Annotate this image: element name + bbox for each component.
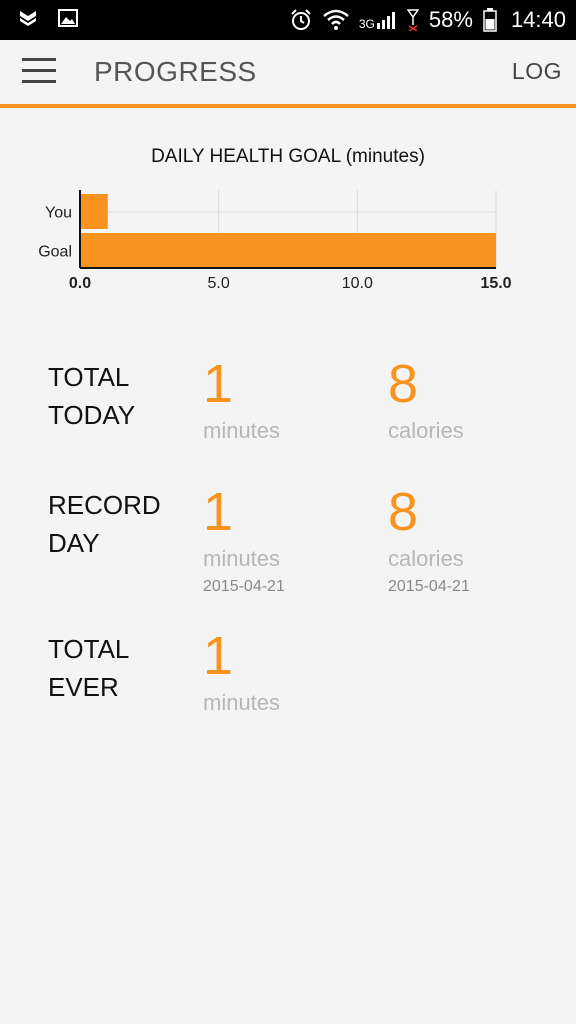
menu-button[interactable] (22, 58, 62, 88)
total-today-calories-value: 8 (388, 354, 419, 414)
x-tick-label: 10.0 (342, 275, 373, 292)
record-day-minutes-unit: minutes (203, 546, 281, 571)
battery-percent: 58% (428, 7, 473, 32)
total-today-minutes-value: 1 (203, 354, 234, 414)
record-day-label-line1: RECORD (48, 490, 161, 520)
record-day-label-line2: DAY (48, 528, 100, 558)
category-label-you: You (45, 205, 72, 222)
total-today-label-line1: TOTAL (48, 362, 130, 392)
record-day-calories-date: 2015-04-21 (388, 578, 470, 595)
record-day-minutes-value: 1 (203, 482, 234, 542)
total-ever-minutes-value: 1 (203, 626, 234, 686)
image-notification-icon (58, 9, 78, 27)
record-day-calories-value: 8 (388, 482, 419, 542)
total-today-minutes-unit: minutes (203, 418, 281, 443)
x-tick-label: 0.0 (69, 275, 91, 292)
goal-bar-chart: You Goal 0.0 5.0 10.0 15.0 (38, 190, 512, 292)
wifi-icon (323, 9, 349, 31)
screen: 3G 58% 14:40 PROGRESS LOG DAILY HEALTH G… (0, 0, 576, 1024)
record-day-calories-unit: calories (388, 546, 464, 571)
shield-notification-icon (18, 8, 38, 28)
chart-title: DAILY HEALTH GOAL (minutes) (151, 146, 425, 167)
signal-roaming-icon (406, 9, 419, 31)
signal-icon: 3G (359, 9, 397, 31)
hamburger-icon-line (22, 80, 56, 83)
bar-you (80, 194, 108, 229)
x-tick-label: 15.0 (480, 275, 511, 292)
x-tick-label: 5.0 (208, 275, 230, 292)
total-today-label: TOTAL TODAY (48, 358, 135, 434)
hamburger-icon-line (22, 58, 56, 61)
total-ever-label-line1: TOTAL (48, 634, 130, 664)
record-day-label: RECORD DAY (48, 486, 161, 562)
network-type: 3G (358, 17, 375, 31)
page-title: PROGRESS (94, 56, 257, 87)
bar-goal (80, 233, 496, 268)
total-today-label-line2: TODAY (48, 400, 136, 430)
hamburger-icon-line (22, 69, 56, 72)
app-bar: PROGRESS LOG (0, 40, 576, 108)
category-label-goal: Goal (38, 244, 72, 261)
total-ever-minutes-unit: minutes (203, 690, 281, 715)
total-ever-label-line2: EVER (48, 672, 119, 702)
record-day-minutes-date: 2015-04-21 (203, 578, 285, 595)
total-today-calories-unit: calories (388, 418, 464, 443)
status-bar: 3G 58% 14:40 (0, 0, 576, 40)
total-ever-label: TOTAL EVER (48, 630, 129, 706)
log-button[interactable]: LOG (512, 58, 562, 85)
alarm-icon (289, 8, 313, 32)
clock: 14:40 (510, 7, 566, 32)
battery-icon (483, 8, 497, 32)
